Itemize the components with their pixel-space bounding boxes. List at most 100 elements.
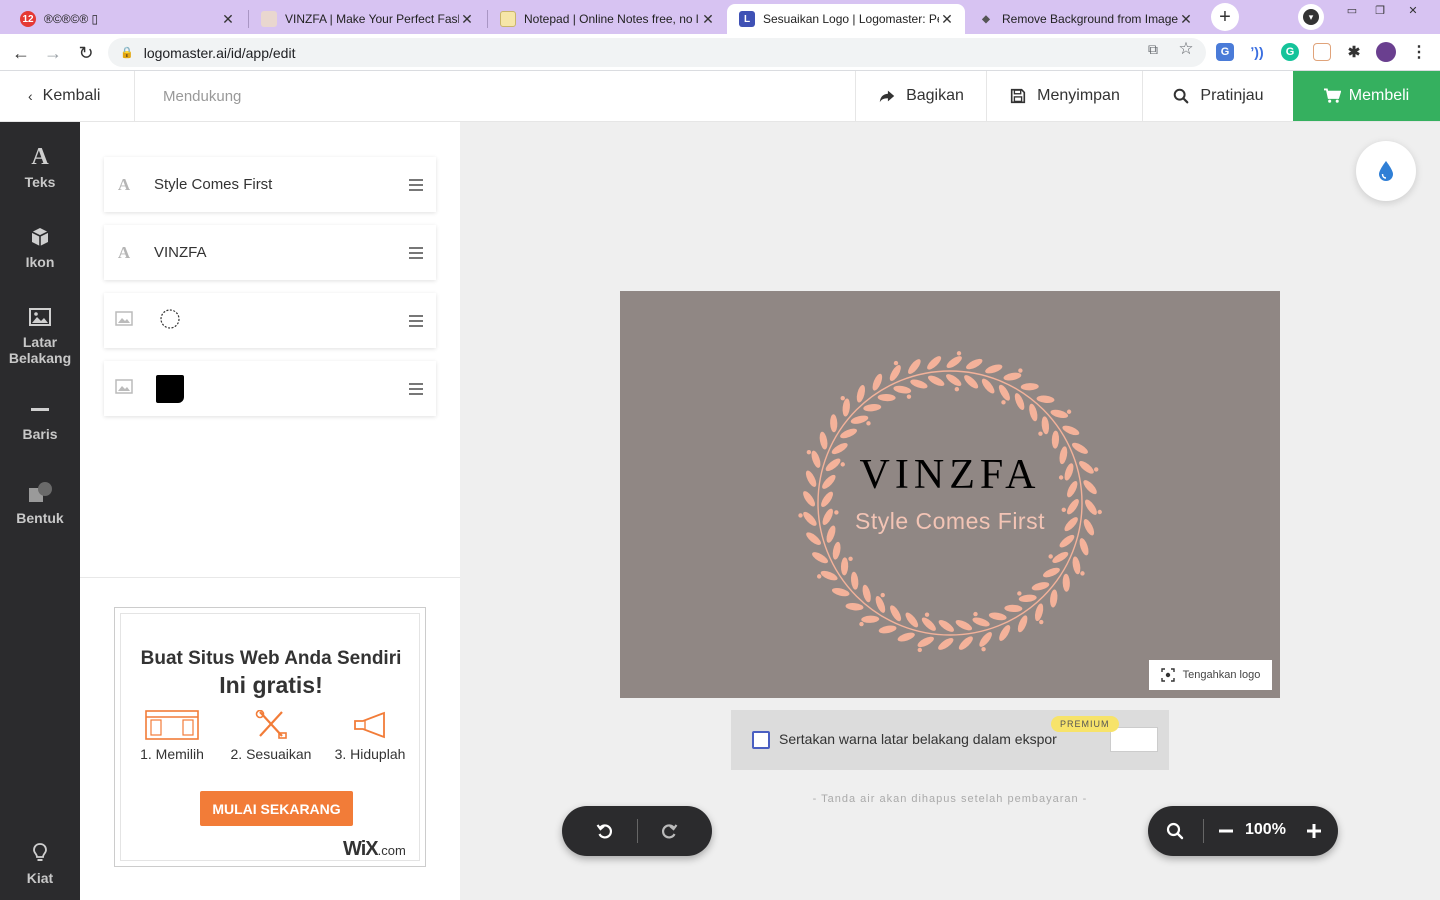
wreath-leaf: [955, 620, 973, 631]
wreath-berry: [866, 421, 871, 426]
zoom-out-button[interactable]: [1214, 819, 1238, 843]
megaphone-icon: [354, 711, 385, 739]
minus-icon: [1219, 829, 1233, 833]
read-aloud-extension-icon[interactable]: ʼ)): [1248, 43, 1266, 61]
include-background-checkbox[interactable]: [752, 731, 770, 749]
tab-close-icon[interactable]: ✕: [700, 11, 716, 28]
tab-close-icon[interactable]: ✕: [459, 11, 475, 28]
browser-tab-active[interactable]: L Sesuaikan Logo | Logomaster: Pe ✕: [727, 4, 965, 34]
tab-search-button[interactable]: ▾: [1298, 4, 1324, 30]
color-picker-button[interactable]: [1356, 141, 1416, 201]
back-button[interactable]: ‹ Kembali: [0, 71, 135, 121]
wreath-leaf: [1034, 603, 1044, 622]
support-link[interactable]: Mendukung: [163, 71, 241, 121]
tab-close-icon[interactable]: ✕: [220, 11, 236, 28]
undo-button[interactable]: [593, 819, 617, 843]
wreath-leaf: [908, 359, 921, 374]
browser-tab[interactable]: 12 ®©®©® ▯ ✕: [8, 4, 246, 34]
background-color-swatch[interactable]: [1110, 727, 1158, 752]
center-logo-button[interactable]: Tengahkan logo: [1149, 660, 1272, 690]
zoom-search-button[interactable]: [1163, 819, 1187, 843]
sidebar-item-tips[interactable]: Kiat: [0, 840, 80, 886]
browser-tab[interactable]: ◆ Remove Background from Image ✕: [966, 4, 1204, 34]
new-tab-button[interactable]: +: [1211, 3, 1239, 31]
wreath-leaf: [862, 584, 871, 603]
wreath-leaf: [910, 379, 928, 389]
sidebar-item-lines[interactable]: Baris: [0, 396, 80, 442]
browser-menu-icon[interactable]: ⋮: [1410, 43, 1428, 61]
forward-arrow-icon[interactable]: →: [40, 40, 66, 66]
wreath-leaf: [946, 374, 962, 387]
redo-button[interactable]: [657, 819, 681, 843]
profile-avatar[interactable]: [1376, 42, 1396, 62]
reload-icon[interactable]: ↻: [73, 40, 99, 66]
box-icon: [30, 224, 50, 250]
wreath-leaf: [842, 398, 850, 417]
layer-item-slogan[interactable]: A Style Comes First: [104, 157, 436, 212]
wreath-berry: [973, 611, 978, 617]
text-icon: A: [31, 144, 49, 170]
logo-name-text[interactable]: VINZFA: [620, 451, 1280, 499]
wreath-leaf: [964, 375, 979, 389]
save-icon: [1011, 88, 1026, 104]
wreath-leaf: [840, 428, 858, 439]
zoom-divider: [1203, 819, 1204, 843]
layer-item-name[interactable]: A VINZFA: [104, 225, 436, 280]
sidebar-item-shapes[interactable]: Bentuk: [0, 480, 80, 526]
sidebar-item-icons[interactable]: Ikon: [0, 224, 80, 270]
wreath-leaf: [872, 373, 883, 391]
drag-handle-icon[interactable]: [396, 382, 436, 395]
restore-button[interactable]: ❐: [1366, 0, 1394, 20]
address-bar-row: ← → ↻ 🔒 logomaster.ai/id/app/edit ⧉ ☆ G …: [0, 34, 1440, 71]
wreath-stem: [817, 370, 1083, 636]
drag-handle-icon[interactable]: [396, 178, 436, 191]
browser-tab[interactable]: Notepad | Online Notes free, no l ✕: [488, 4, 726, 34]
bookmark-star-icon[interactable]: ☆: [1176, 39, 1196, 59]
drag-handle-icon[interactable]: [396, 246, 436, 259]
logo-canvas[interactable]: VINZFA Style Comes First: [620, 291, 1280, 698]
wix-ad-banner[interactable]: Buat Situs Web Anda Sendiri Ini gratis! …: [114, 607, 426, 867]
ad-start-now-button[interactable]: MULAI SEKARANG: [200, 791, 353, 826]
share-button[interactable]: Bagikan: [855, 71, 986, 121]
wreath-berry: [1039, 619, 1044, 625]
sidebar-item-text[interactable]: A Teks: [0, 144, 80, 190]
layer-item-image[interactable]: [104, 293, 436, 348]
redo-icon: [662, 824, 678, 839]
wreath-leaf: [1003, 372, 1022, 381]
translate-extension-icon[interactable]: G: [1216, 43, 1234, 61]
sidebar-item-label: Baris: [22, 426, 58, 442]
wreath-leaf: [830, 414, 838, 433]
window-close-button[interactable]: ✕: [1398, 0, 1428, 20]
translate-icon[interactable]: ⧉: [1143, 39, 1163, 59]
browser-tab[interactable]: VINZFA | Make Your Perfect Fash ✕: [249, 4, 485, 34]
buy-button[interactable]: Membeli: [1293, 71, 1440, 121]
layer-item-image[interactable]: [104, 361, 436, 416]
wreath-leaf: [820, 570, 838, 581]
tab-close-icon[interactable]: ✕: [1178, 11, 1194, 28]
wreath-leaf: [1072, 556, 1081, 575]
save-button[interactable]: Menyimpan: [986, 71, 1142, 121]
extensions-puzzle-icon[interactable]: ✱: [1345, 43, 1363, 61]
sidebar-item-background[interactable]: Latar Belakang: [0, 304, 80, 366]
logo-slogan-text[interactable]: Style Comes First: [620, 508, 1280, 535]
url-bar[interactable]: 🔒 logomaster.ai/id/app/edit: [108, 38, 1206, 67]
minimize-button[interactable]: ▭: [1338, 0, 1366, 20]
wreath-leaf: [985, 364, 1003, 374]
wreath-berry: [840, 395, 845, 401]
watermark-note: - Tanda air akan dihapus setelah pembaya…: [812, 793, 1088, 805]
zoom-in-button[interactable]: [1302, 819, 1326, 843]
wreath-leaf: [921, 617, 936, 631]
wreath-leaf: [1017, 615, 1028, 633]
include-background-label[interactable]: Sertakan warna latar belakang dalam eksp…: [779, 731, 1057, 747]
drag-handle-icon[interactable]: [396, 314, 436, 327]
tab-title: Remove Background from Image: [1002, 12, 1178, 26]
tab-close-icon[interactable]: ✕: [939, 11, 955, 28]
wix-logo-suffix: .com: [377, 843, 406, 858]
preview-button[interactable]: Pratinjau: [1142, 71, 1293, 121]
editor-top-bar: ‹ Kembali Mendukung Bagikan Menyimpan Pr…: [0, 71, 1440, 122]
extension-icon[interactable]: [1313, 43, 1331, 61]
wreath-leaf: [1041, 416, 1050, 435]
grammarly-extension-icon[interactable]: G: [1281, 43, 1299, 61]
wreath-leaf: [878, 625, 897, 634]
back-arrow-icon[interactable]: ←: [8, 40, 34, 66]
